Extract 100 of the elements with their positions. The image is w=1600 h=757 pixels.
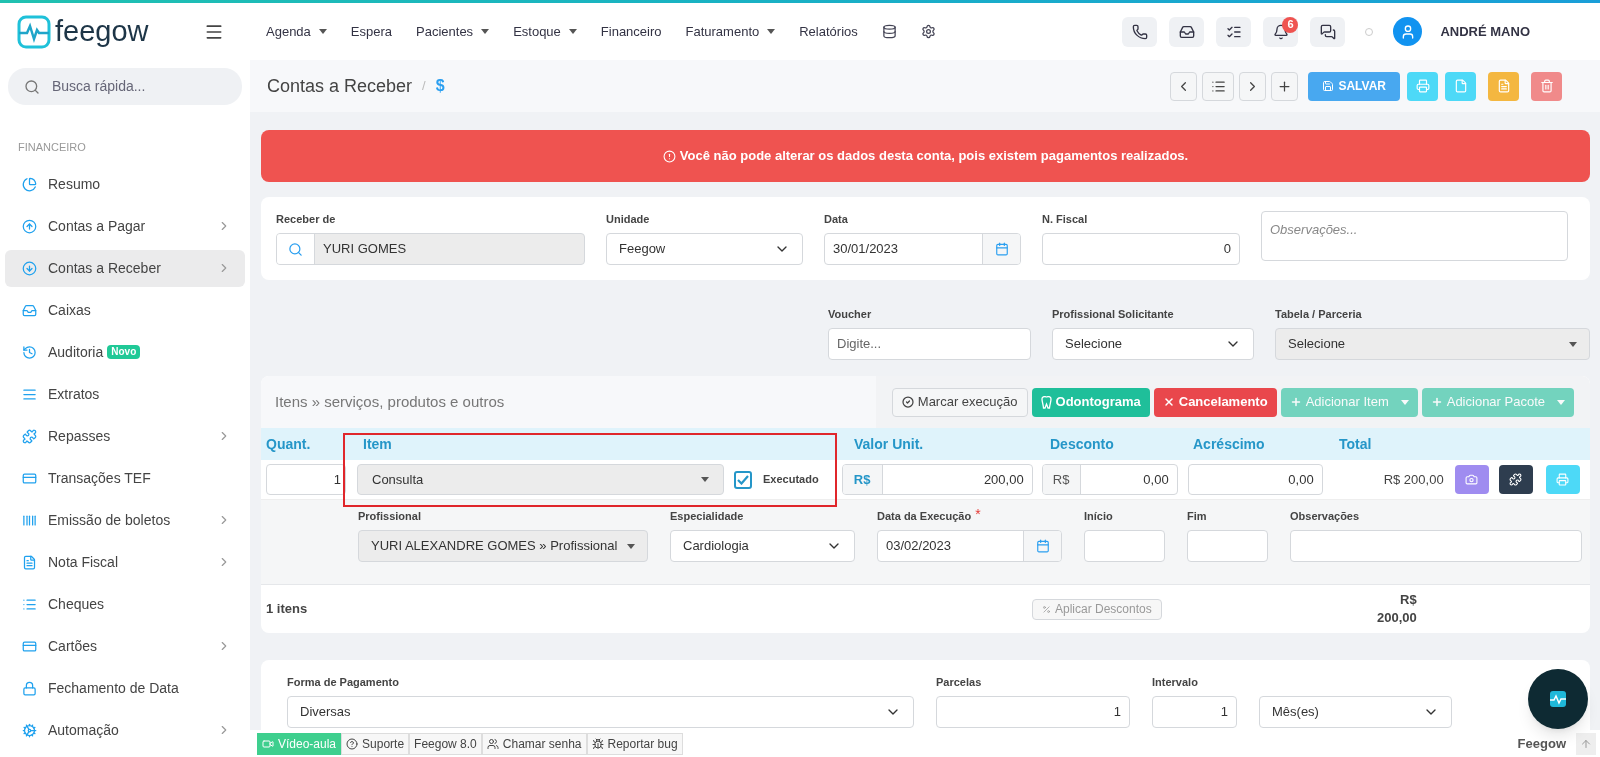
notification-badge: 6 [1282,16,1299,33]
unit-value-field[interactable]: 200,00 [882,469,1032,490]
column-header: Quant. [265,434,312,454]
footer-link[interactable]: Chamar senha [481,732,587,755]
nav-link[interactable]: Agenda [266,21,327,42]
settings-icon[interactable] [920,24,936,39]
text-field[interactable] [1290,530,1582,562]
sidebar-item[interactable]: Extratos [5,375,245,413]
phone-button[interactable] [1122,16,1158,47]
number-field[interactable]: 1 [936,696,1130,728]
sidebar-item[interactable]: Cheques [5,585,245,623]
caret-icon [767,29,776,34]
field-label: Especialidade [670,509,744,524]
delete-button[interactable] [1531,71,1562,101]
checkbox-label: Executado [763,472,819,488]
search-field[interactable]: Busca rápida... [8,68,242,105]
sidebar-item[interactable]: Auditoria Novo [5,333,245,371]
sidebar-item[interactable]: Fechamento de Data [5,669,245,707]
text-field[interactable] [1084,530,1165,562]
nav-link[interactable]: Relatórios [799,21,858,42]
number-field[interactable]: 1 [1152,696,1237,728]
sidebar-item[interactable]: Repasses [5,417,245,455]
sidebar-item[interactable]: Emissão de boletos [5,501,245,539]
help-icon [346,737,359,750]
plus-icon [1430,396,1443,408]
executed-checkbox[interactable] [734,470,752,489]
printer-icon [1415,79,1430,93]
report-button[interactable] [1488,71,1519,101]
total-currency: R$ [1400,591,1417,609]
addition-field[interactable]: 0,00 [1187,464,1323,495]
brand-name: feegow [55,17,149,46]
sidebar-item[interactable]: Transações TEF [5,459,245,497]
sidebar-item[interactable]: Cartões [5,627,245,665]
footer-link[interactable]: Suporte [341,732,410,755]
document-icon [22,554,37,570]
database-icon[interactable] [881,24,897,39]
sidebar-item[interactable]: Automação [5,711,245,749]
avatar[interactable] [1393,17,1423,46]
notes-field[interactable]: Observações... [1261,211,1568,261]
caret-icon [1400,399,1409,405]
text-field[interactable] [1187,530,1268,562]
add-button[interactable] [1271,71,1299,101]
field-label: Fim [1187,509,1207,524]
nav-link[interactable]: Financeiro [600,21,662,42]
search-icon [24,78,40,95]
phone-icon [1131,23,1148,40]
sidebar-item[interactable]: Resumo [5,165,245,203]
nav-link[interactable]: Pacientes [416,21,490,42]
column-header: Acréscimo [1192,434,1266,454]
currency-label: R$ [842,465,883,494]
bug-icon [591,737,604,750]
chat-button[interactable] [1310,16,1346,47]
page-title: Contas a Receber [267,74,413,98]
breadcrumb-separator: / [422,77,426,96]
puzzle-button[interactable] [1498,465,1533,494]
select-field[interactable]: Cardiologia [670,530,855,562]
sidebar-item[interactable]: Contas a Pagar [5,207,245,245]
scroll-top-button[interactable] [1576,732,1596,755]
sidebar-item[interactable]: Caixas [5,291,245,329]
date-field[interactable]: 03/02/2023 [877,530,1062,562]
sidebar-item[interactable]: Contas a Receber [5,249,245,287]
calendar-icon [1035,539,1050,553]
required-mark: * [975,508,981,521]
action-button[interactable]: Marcar execução [891,387,1028,417]
discount-field[interactable]: 0,00 [1080,469,1177,490]
puzzle-icon [22,428,37,444]
nav-link[interactable]: Estoque [513,21,577,42]
document-button[interactable] [1445,71,1476,101]
document-icon [1496,79,1511,93]
list-button[interactable] [1202,71,1235,101]
caret-icon [1557,399,1565,405]
card-icon [22,470,37,486]
select-field[interactable]: Selecione [1052,328,1254,360]
nav-link[interactable]: Espera [350,21,393,42]
item-select[interactable]: Consulta [357,464,724,495]
user-name[interactable]: ANDRÉ MANO [1440,21,1530,42]
sidebar-item[interactable]: Nota Fiscal [5,543,245,581]
currency-label: R$ [1042,465,1081,494]
select-field[interactable]: Feegow [606,233,803,265]
print-button[interactable] [1545,465,1580,494]
inbox-button[interactable] [1169,16,1205,47]
quantity-field[interactable]: 1 [266,464,346,495]
tasks-button[interactable] [1216,16,1252,47]
number-field[interactable]: 0 [1042,233,1240,265]
text-field[interactable]: Digite... [828,328,1031,360]
select-field[interactable]: Diversas [287,696,914,728]
field-label: Profissional Solicitante [1052,307,1174,322]
action-button[interactable]: Cancelamento [1153,387,1277,417]
alert-icon [662,149,676,163]
footer-link[interactable]: Feegow 8.0 [409,732,482,755]
camera-button[interactable] [1454,465,1489,494]
field-label: Profissional [358,509,421,524]
select-field[interactable]: Mês(es) [1259,696,1452,728]
nav-link[interactable]: Faturamento [685,21,776,42]
field-label: Forma de Pagamento [287,675,399,690]
trash-icon [1539,79,1554,93]
print-button[interactable] [1407,71,1438,101]
date-field[interactable]: 30/01/2023 [824,233,1021,265]
column-header: Valor Unit. [853,434,925,454]
footer-link[interactable]: Reportar bug [586,732,683,755]
